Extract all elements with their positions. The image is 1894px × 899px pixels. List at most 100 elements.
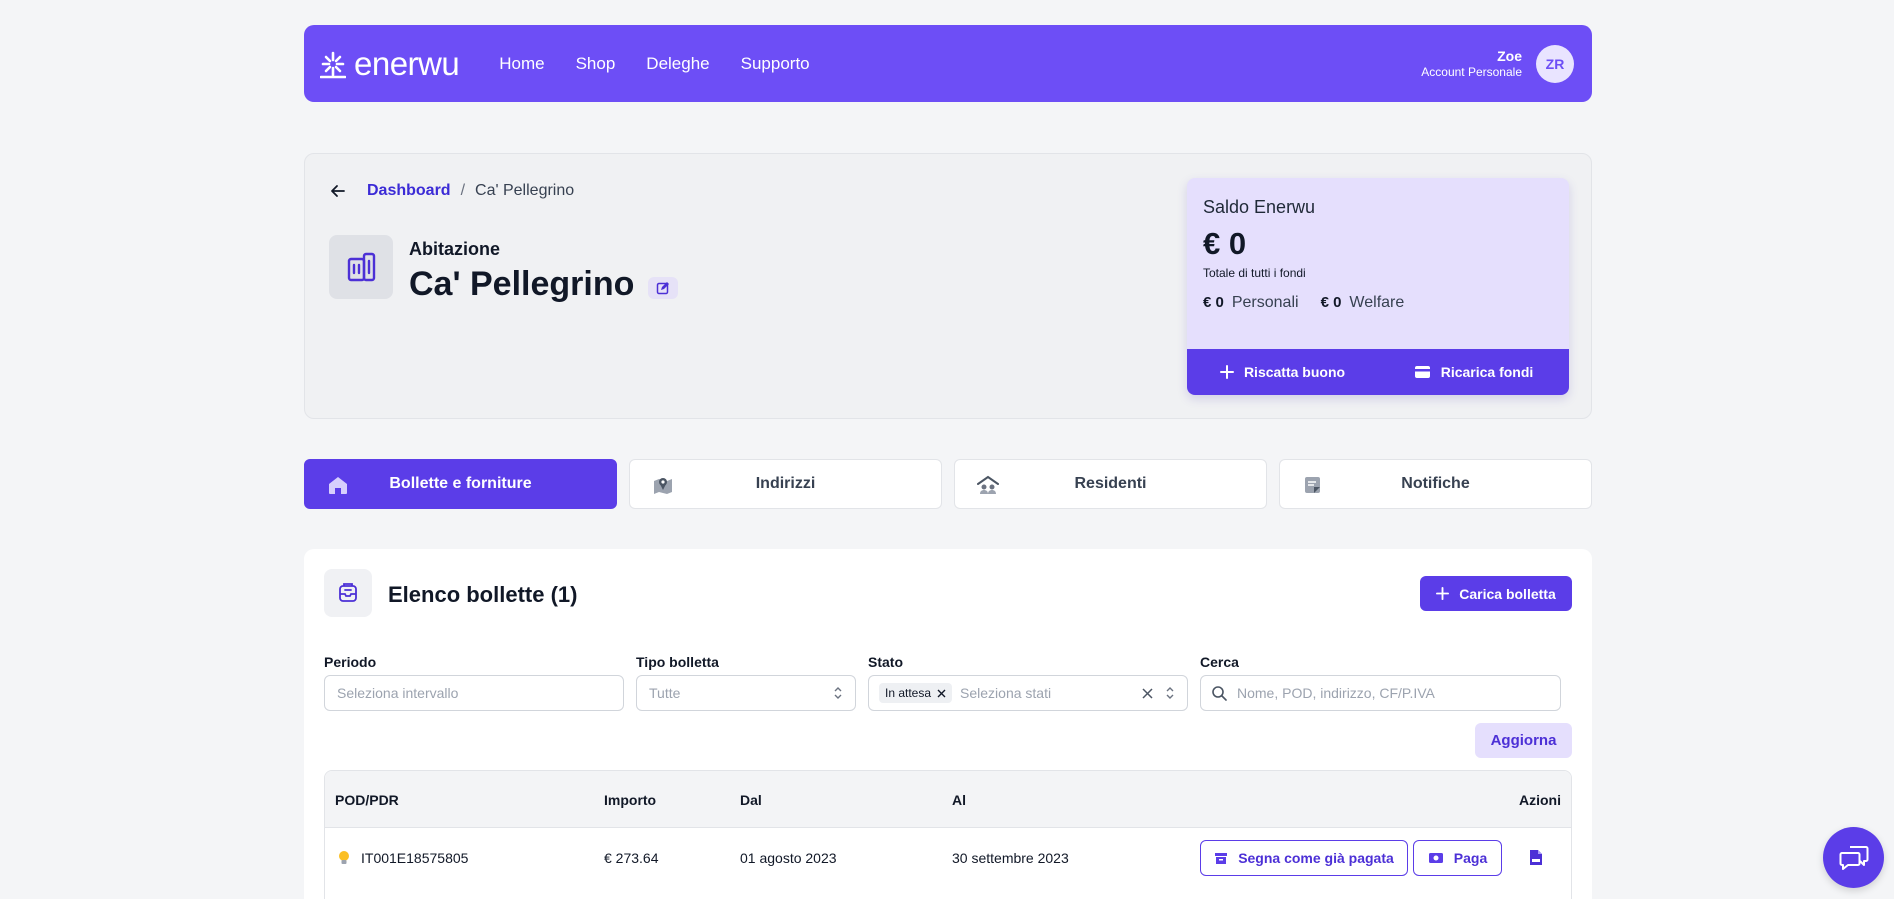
balance-title: Saldo Enerwu [1203,197,1316,217]
column-header-to: Al [952,792,966,808]
bills-panel: Elenco bollette (1) Carica bolletta Peri… [304,549,1592,899]
tab-bills-label: Bollette e forniture [389,475,532,492]
redeem-voucher-button[interactable]: Riscatta buono [1187,349,1378,395]
property-header-card: Dashboard / Ca' Pellegrino Abitazione Ca… [304,153,1592,419]
upload-bill-button[interactable]: Carica bolletta [1420,576,1572,611]
user-account-type: Account Personale [1421,64,1522,79]
clear-icon[interactable] [1142,687,1153,699]
balance-personal-amount: € 0 [1203,294,1224,311]
pay-button[interactable]: Paga [1413,840,1502,876]
column-header-from: Dal [740,792,762,808]
mark-paid-label: Segna come già pagata [1238,850,1394,866]
topup-funds-label: Ricarica fondi [1440,364,1534,380]
topup-funds-button[interactable]: Ricarica fondi [1378,349,1569,395]
upload-bill-label: Carica bolletta [1459,585,1556,602]
balance-welfare: € 0 Welfare [1321,294,1405,312]
archive-icon [1215,852,1228,864]
page-title: Ca' Pellegrino [409,265,679,304]
status-filter-label: Stato [868,654,903,670]
table-header: POD/PDR Importo Dal Al Azioni [325,771,1571,828]
balance-subtitle: Totale di tutti i fondi [1203,266,1306,280]
edit-name-button[interactable] [648,276,679,299]
column-header-pod: POD/PDR [335,792,399,808]
breadcrumb-current: Ca' Pellegrino [475,182,575,199]
balance-actions: Riscatta buono Ricarica fondi [1187,349,1569,395]
search-input[interactable]: Nome, POD, indirizzo, CF/P.IVA [1200,675,1561,711]
pay-label: Paga [1453,850,1488,866]
chat-bubbles-icon [1839,845,1868,870]
balance-personal: € 0 Personali [1203,294,1299,312]
bill-icon [339,583,357,602]
residents-icon [977,475,999,494]
balance-welfare-amount: € 0 [1320,294,1342,311]
top-navbar: enerwu Home Shop Deleghe Supporto Zoe Ac… [304,25,1592,102]
balance-personal-label: Personali [1231,294,1299,311]
tab-residents[interactable]: Residenti [954,459,1267,509]
row-from-date: 01 agosto 2023 [740,850,837,866]
avatar[interactable]: ZR [1536,44,1574,83]
row-to-date: 30 settembre 2023 [952,850,1069,866]
arrow-left-icon[interactable] [329,182,347,200]
type-select[interactable]: Tutte [636,675,856,711]
tab-bills[interactable]: Bollette e forniture [304,459,617,509]
type-select-value: Tutte [649,685,681,701]
balance-welfare-label: Welfare [1349,294,1405,311]
status-multiselect[interactable]: In attesa Seleziona stati [868,675,1188,711]
status-placeholder: Seleziona stati [960,685,1052,701]
bills-title: Elenco bollette (1) [388,582,578,607]
building-icon [347,252,376,282]
property-type: Abitazione [409,239,501,259]
tab-residents-label: Residenti [1074,475,1147,492]
search-icon [1212,686,1227,701]
status-chip: In attesa [879,683,953,703]
home-icon [329,477,347,494]
status-chip-label: In attesa [885,686,932,700]
table-row: IT001E18575805 € 273.64 01 agosto 2023 3… [325,828,1571,888]
credit-card-icon [1414,366,1430,378]
sun-logo-icon [320,51,346,78]
nav-link-home[interactable]: Home [499,54,544,74]
note-icon [1305,477,1320,493]
redeem-voucher-label: Riscatta buono [1243,364,1346,380]
period-filter-label: Periodo [324,654,377,670]
brand-name: enerwu [354,44,460,82]
row-amount: € 273.64 [604,850,659,866]
plus-icon [1436,587,1450,600]
tab-addresses-label: Indirizzi [755,475,816,492]
lightbulb-icon [339,851,349,864]
building-icon-box [329,235,393,299]
pdf-download-icon[interactable] [1529,849,1543,866]
breadcrumb-separator: / [460,182,466,199]
period-field[interactable]: Seleziona intervallo [324,675,624,711]
refresh-button[interactable]: Aggiorna [1475,723,1572,758]
nav-link-deleghe[interactable]: Deleghe [646,54,709,74]
balance-amount: € 0 [1203,226,1247,261]
map-pin-icon [654,478,672,494]
search-placeholder: Nome, POD, indirizzo, CF/P.IVA [1237,685,1435,701]
breadcrumb-dashboard-link[interactable]: Dashboard [367,182,451,200]
bill-icon-box [324,569,372,617]
period-placeholder: Seleziona intervallo [337,685,459,701]
close-icon[interactable] [937,689,946,698]
chevron-updown-icon [834,687,842,699]
column-header-amount: Importo [604,792,657,808]
tab-addresses[interactable]: Indirizzi [629,459,942,509]
section-tabs: Bollette e forniture Indirizzi Residenti… [304,459,1592,509]
main-nav: Home Shop Deleghe Supporto [499,54,809,74]
plus-icon [1219,365,1234,379]
tab-notifications[interactable]: Notifiche [1279,459,1592,509]
balance-card: Saldo Enerwu € 0 Totale di tutti i fondi… [1187,178,1569,395]
breadcrumb: Dashboard / Ca' Pellegrino [329,182,574,200]
mark-paid-button[interactable]: Segna come già pagata [1200,840,1408,876]
user-menu[interactable]: Zoe Account Personale ZR [1421,44,1574,83]
chat-support-button[interactable] [1823,827,1884,888]
money-icon [1428,853,1443,863]
chevron-updown-icon [1166,687,1174,699]
search-filter-label: Cerca [1200,654,1239,670]
bills-table: POD/PDR Importo Dal Al Azioni IT001E1857… [324,770,1572,899]
nav-link-supporto[interactable]: Supporto [741,54,810,74]
brand-logo[interactable]: enerwu [320,44,460,83]
nav-link-shop[interactable]: Shop [576,54,616,74]
type-filter-label: Tipo bolletta [636,654,719,670]
balance-split: € 0 Personali € 0 Welfare [1203,294,1404,312]
